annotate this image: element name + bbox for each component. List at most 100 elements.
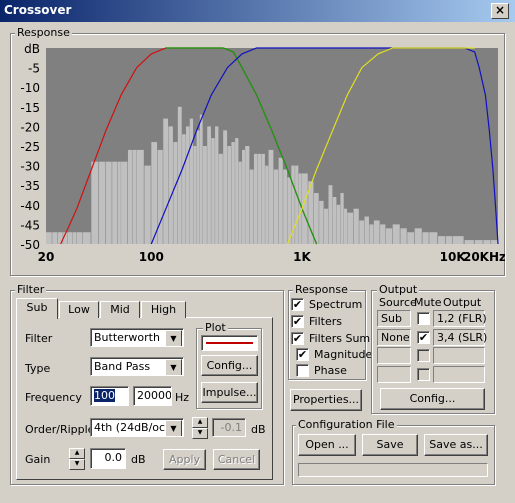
checkbox-magnitude[interactable]: ✔ [296, 348, 309, 361]
output-mute-checkbox[interactable] [417, 368, 430, 381]
order-label: Order/Ripple [25, 423, 95, 436]
save-as-button[interactable]: Save as... [424, 434, 488, 456]
spectrum-bar [163, 118, 169, 244]
apply-button[interactable]: Apply [163, 449, 206, 470]
filter-label: Filter [25, 332, 53, 345]
x-tick-label: 20 [38, 250, 55, 264]
output-channel-cell[interactable] [433, 366, 485, 383]
spectrum-bar [343, 208, 348, 244]
tab-sub[interactable]: Sub [16, 298, 58, 319]
up-arrow-icon[interactable]: ▲ [69, 448, 85, 459]
spectrum-bar [380, 224, 386, 244]
spectrum-bar [400, 228, 407, 244]
y-tick-label: -35 [20, 179, 40, 193]
spectrum-bar [353, 208, 359, 244]
spectrum-bar [369, 224, 374, 244]
y-tick-label: -20 [20, 120, 40, 134]
plot-color-swatch[interactable] [201, 335, 258, 351]
gain-unit: dB [131, 453, 146, 466]
spectrum-bar [278, 157, 283, 244]
spectrum-bar [253, 153, 258, 244]
output-group-label: Output [377, 283, 420, 296]
spectrum-bar [491, 240, 498, 244]
gain-stepper[interactable]: ▲ ▼ [69, 448, 85, 470]
spectrum-bar [168, 126, 173, 244]
spectrum-bar [474, 240, 483, 244]
gain-label: Gain [25, 453, 51, 466]
output-header-mute: Mute [414, 296, 442, 309]
ripple-stepper[interactable]: ▲ ▼ [192, 417, 208, 439]
spectrum-bar [127, 149, 133, 244]
tab-mid[interactable]: Mid [100, 301, 140, 318]
close-button[interactable]: × [491, 3, 509, 19]
chevron-down-icon[interactable]: ▼ [165, 420, 182, 436]
chevron-down-icon[interactable]: ▼ [165, 330, 182, 346]
impulse-button[interactable]: Impulse... [201, 382, 258, 403]
output-source-cell[interactable]: None [377, 329, 411, 346]
plot-config-button[interactable]: Config... [201, 355, 258, 376]
checkbox-filters-sum[interactable]: ✔ [291, 332, 304, 345]
output-channel-cell[interactable] [433, 347, 485, 364]
spectrum-bar [235, 138, 239, 244]
down-arrow-icon[interactable]: ▼ [192, 428, 208, 439]
output-source-cell[interactable]: Sub [377, 310, 411, 327]
checkbox-label: Spectrum [309, 298, 363, 311]
spectrum-bar [323, 208, 329, 244]
spectrum-bar [207, 126, 211, 244]
up-arrow-icon[interactable]: ▲ [192, 417, 208, 428]
spectrum-bar [265, 165, 269, 244]
spectrum-bar [242, 149, 245, 244]
down-arrow-icon[interactable]: ▼ [69, 459, 85, 470]
output-source-cell[interactable] [377, 366, 411, 383]
tab-high[interactable]: High [141, 301, 186, 318]
title-bar [0, 0, 515, 22]
open-button[interactable]: Open ... [298, 434, 356, 456]
output-header-output: Output [443, 296, 482, 309]
properties-button[interactable]: Properties... [290, 389, 362, 411]
frequency-label: Frequency [25, 391, 82, 404]
y-tick-label: -5 [28, 62, 40, 76]
output-channel-cell[interactable]: 3,4 (SLR) [433, 329, 487, 346]
spectrum-bar [99, 161, 106, 244]
y-tick-label: -25 [20, 140, 40, 154]
output-mute-checkbox[interactable] [417, 349, 430, 362]
type-select[interactable]: Band Pass ▼ [90, 357, 184, 376]
plot-group-label: Plot [203, 321, 228, 334]
order-select[interactable]: 4th (24dB/oct) ▼ [90, 418, 184, 437]
checkbox-filters[interactable]: ✔ [291, 315, 304, 328]
spectrum-bar [215, 126, 219, 244]
save-button[interactable]: Save [362, 434, 418, 456]
output-header-source: Source [379, 296, 417, 309]
spectrum-bar [298, 173, 302, 244]
chevron-down-icon[interactable]: ▼ [165, 359, 182, 375]
checkbox-phase[interactable] [296, 364, 309, 377]
spectrum-bar [202, 146, 207, 244]
progress-bar [298, 463, 488, 477]
filter-select[interactable]: Butterworth ▼ [90, 328, 184, 347]
gain-input[interactable]: 0.0 [90, 448, 126, 469]
checkbox-spectrum[interactable]: ✔ [291, 298, 304, 311]
spectrum-bar [438, 236, 446, 244]
freq-low-input[interactable]: 100 [90, 386, 129, 406]
spectrum-bar [364, 216, 369, 244]
spectrum-bar [328, 185, 333, 244]
spectrum-bar [340, 193, 344, 244]
response-chart: dB-5-10-15-20-25-30-35-40-45-5020 100 1K 10… [20, 42, 505, 264]
checkbox-label: Phase [314, 364, 347, 377]
spectrum-bar [319, 200, 324, 244]
tab-low[interactable]: Low [59, 301, 99, 318]
filter-select-value: Butterworth [94, 331, 160, 344]
spectrum-bar [199, 114, 203, 244]
output-channel-cell[interactable]: 1,2 (FLR) [433, 310, 487, 327]
spectrum-bar [261, 153, 265, 244]
spectrum-bar [182, 134, 186, 244]
spectrum-bar [82, 232, 91, 244]
output-mute-checkbox[interactable] [417, 312, 430, 325]
spectrum-bar [151, 142, 158, 244]
output-source-cell[interactable] [377, 347, 411, 364]
cancel-button[interactable]: Cancel [213, 449, 260, 470]
output-config-button[interactable]: Config... [380, 388, 485, 410]
ripple-input[interactable]: -0.1 [212, 418, 246, 437]
freq-high-input[interactable]: 20000 [133, 386, 172, 406]
output-mute-checkbox[interactable]: ✔ [417, 331, 430, 344]
